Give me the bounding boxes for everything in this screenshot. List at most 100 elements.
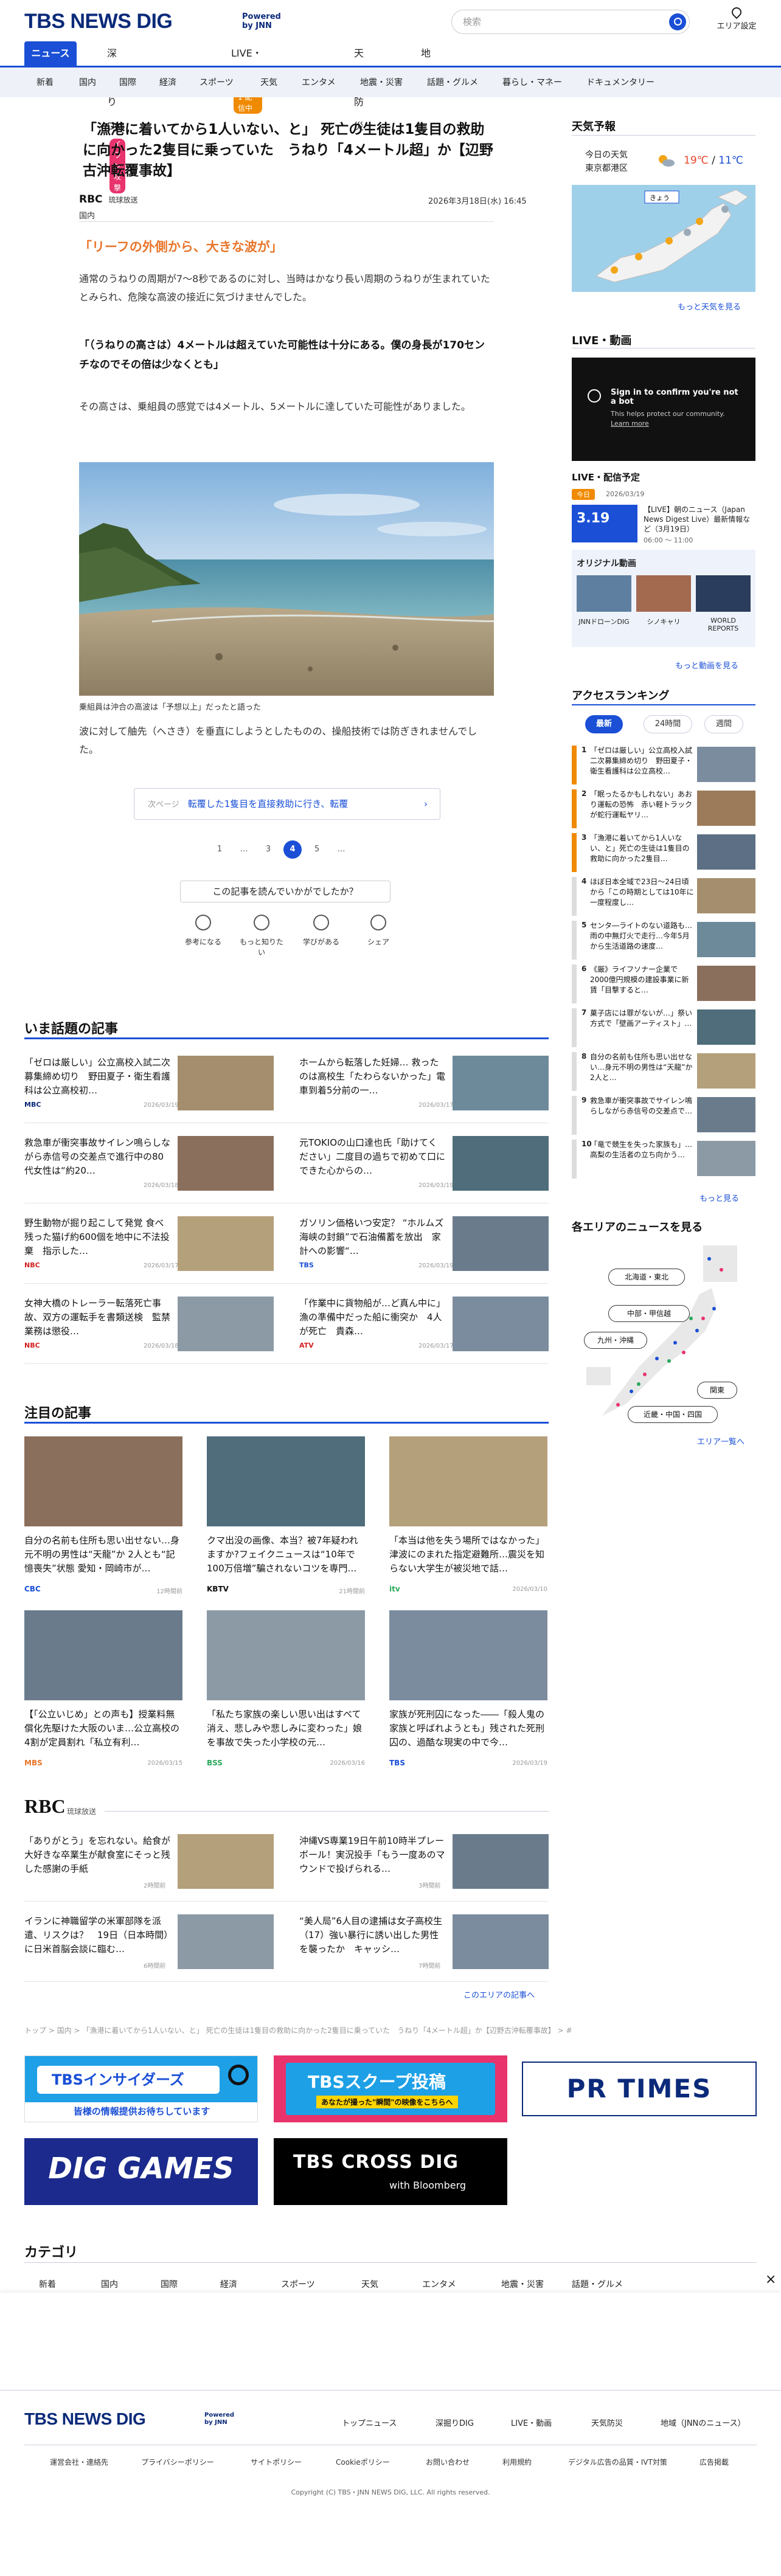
live-video-player[interactable]: Sign in to confirm you're not a bot This… — [572, 358, 755, 461]
weather-area[interactable]: 東京都港区 — [585, 162, 628, 174]
area-setting-button[interactable]: エリア設定 — [715, 5, 758, 31]
featured-card[interactable]: クマ出没の画像、本当？被7年疑われますか?フェイクニュースは“10年で100万倍… — [207, 1436, 365, 1601]
schedule-thumbnail[interactable]: 3.19 — [572, 505, 637, 542]
banner-prtimes[interactable]: PR TIMES — [522, 2062, 757, 2116]
category-disaster[interactable]: 地震・災害 — [501, 2278, 544, 2290]
nav2-documentary[interactable]: ドキュメンタリー — [586, 76, 654, 88]
nav-region[interactable]: 地域 — [421, 41, 431, 83]
reaction-share[interactable]: シェア — [354, 915, 403, 947]
topic-item[interactable]: 元TOKIOの山口達也氏「助けてください」二度目の過ちで初めて口にできた心からの… — [299, 1136, 549, 1193]
search-icon[interactable] — [669, 13, 686, 30]
nav2-weather[interactable]: 天気 — [260, 76, 277, 88]
area-chubu[interactable]: 中部・甲信越 — [608, 1305, 690, 1322]
page-1[interactable]: 1 — [210, 840, 229, 859]
footer-ad-quality[interactable]: デジタル広告の品質・IVT対策 — [568, 2457, 667, 2467]
ranking-more-link[interactable]: もっと見る — [699, 1192, 739, 1203]
breadcrumb[interactable]: トップ > 国内 > 「漁港に着いてから1人いない、と」 死亡の生徒は1隻目の救… — [24, 2025, 572, 2035]
schedule-item-title[interactable]: 【LIVE】朝のニュース（Japan News Digest Live）最新情報… — [644, 505, 755, 534]
rank-item[interactable]: 8 自分の名前も住所も思い出せない…身元不明の男性は“天龍”か2人と… — [572, 1052, 755, 1096]
ranking-tab-latest[interactable]: 最新 — [585, 715, 623, 733]
rbc-item[interactable]: “美人局”6人目の逮捕は女子高校生（17）強い暴行に誘い出した男性を襲ったか キ… — [299, 1914, 549, 1972]
original-thumb-2[interactable] — [636, 575, 691, 612]
category-new[interactable]: 新着 — [39, 2278, 56, 2290]
rbc-logo[interactable]: RBC — [24, 1795, 66, 1818]
ranking-tab-24h[interactable]: 24時間 — [644, 715, 692, 733]
category-weather[interactable]: 天気 — [361, 2278, 378, 2290]
category-domestic[interactable]: 国内 — [101, 2278, 118, 2290]
nav2-disaster[interactable]: 地震・災害 — [360, 76, 403, 88]
topic-item[interactable]: 野生動物が掘り起こして発覚 食べ残った猫げ約600個を地中に不法投棄 指示した…… — [24, 1216, 274, 1273]
footer-logo[interactable]: TBS NEWS DIG — [24, 2409, 146, 2429]
category-entertainment[interactable]: エンタメ — [422, 2278, 456, 2290]
weather-more-link[interactable]: もっと天気を見る — [678, 300, 741, 312]
banner-tbs-cross-dig[interactable]: TBS CROSS DIG with Bloomberg — [274, 2138, 507, 2205]
topic-item[interactable]: ホームから転落した妊婦… 救ったのは高校生「たわらないかった」電車到着5分前の一… — [299, 1056, 549, 1113]
weather-map[interactable]: きょう — [572, 185, 755, 292]
rank-item[interactable]: 3 「漁港に着いてから1人いない、と」死亡の生徒は1隻目の救助に向かった2隻目… — [572, 833, 755, 877]
rank-item[interactable]: 1 「ゼロは厳しい」公立高校入試二次募集締め切り 野田夏子・衛生看護科は公立高校… — [572, 746, 755, 789]
nav-weather[interactable]: 天気防災 — [354, 41, 364, 132]
page-3[interactable]: 3 — [259, 840, 277, 859]
area-kanto[interactable]: 関東 — [697, 1382, 737, 1399]
reaction-helpful[interactable]: 参考になる — [179, 915, 227, 947]
footer-link-deep-dig[interactable]: 深掘りDIG — [436, 2417, 474, 2428]
rbc-item[interactable]: 沖縄VS専業19日午前10時半プレーボール！実況投手「もう一度あのマウンドで投げ… — [299, 1834, 549, 1891]
original-thumb-1[interactable] — [577, 575, 631, 612]
close-icon[interactable]: × — [765, 2272, 776, 2287]
article-source[interactable]: RBC 琉球放送 — [79, 193, 138, 206]
footer-ad-placement[interactable]: 広告掲載 — [699, 2457, 729, 2467]
nav2-entertainment[interactable]: エンタメ — [302, 76, 336, 88]
footer-link-top-news[interactable]: トップニュース — [342, 2417, 397, 2428]
area-hokkaido-tohoku[interactable]: 北海道・東北 — [608, 1269, 685, 1286]
nav2-sports[interactable]: スポーツ — [200, 76, 234, 88]
footer-link-region[interactable]: 地域（JNNのニュース） — [661, 2417, 746, 2428]
footer-contact[interactable]: お問い合わせ — [426, 2457, 470, 2467]
rbc-item[interactable]: イランに神職留学の米軍部隊を派遣、リスクは？ 19日（日本時間）に日米首脳会談に… — [24, 1914, 274, 1972]
topic-item[interactable]: 女神大橋のトレーラー転落死亡事故、双方の運転手を書類送検 監禁業務は懲役… NBC… — [24, 1297, 274, 1354]
rank-item[interactable]: 5 センタ―ライトのない道路も…雨の中無灯火で走行…今年5月から生活道路の速度… — [572, 921, 755, 964]
category-topics-gourmet[interactable]: 話題・グルメ — [572, 2278, 623, 2290]
footer-link-weather[interactable]: 天気防災 — [591, 2417, 623, 2428]
ranking-tab-weekly[interactable]: 週間 — [704, 715, 743, 733]
rank-item[interactable]: 2 「眠ったるかもしれない」あおり運転の恐怖 赤い軽トラックが蛇行運転ヤリ… — [572, 789, 755, 833]
nav2-topics-gourmet[interactable]: 話題・グルメ — [427, 76, 478, 88]
footer-privacy[interactable]: プライバシーポリシー — [141, 2457, 214, 2467]
featured-card[interactable]: 自分の名前も住所も思い出せない…身元不明の男性は“天龍”か 2人とも“記憶喪失”… — [24, 1436, 182, 1601]
rank-item[interactable]: 10 「竜で競生を失った家族も」…高梨の生活者の立ち向かう… — [572, 1140, 755, 1183]
original-more-link[interactable]: もっと動画を見る — [675, 659, 738, 671]
footer-site-policy[interactable]: サイトポリシー — [251, 2457, 302, 2467]
nav2-new[interactable]: 新着 — [36, 76, 54, 88]
banner-dig-games[interactable]: DIG GAMES — [24, 2138, 258, 2205]
page-4-current[interactable]: 4 — [283, 840, 302, 859]
topic-item[interactable]: 救急車が衝突事故サイレン鳴らしながら赤信号の交差点で進行中の80代女性は“約20… — [24, 1136, 274, 1193]
featured-card[interactable]: 「私たち家族の楽しい思い出はすべて消え、悲しみや悲しみに変わった」娘を事故で失っ… — [207, 1610, 365, 1774]
article-category[interactable]: 国内 — [79, 209, 95, 221]
area-kyushu-okinawa[interactable]: 九州・沖縄 — [584, 1332, 647, 1349]
site-logo[interactable]: TBS NEWS DIG — [24, 10, 173, 33]
nav2-international[interactable]: 国際 — [119, 76, 136, 88]
live-learn-more[interactable]: Learn more — [611, 420, 649, 428]
banner-tbs-insiders[interactable]: TBSインサイダーズ 皆様の情報提供お待ちしています — [24, 2055, 258, 2122]
banner-tbs-scoop[interactable]: TBSスクープ投稿 あなたが撮った"瞬間"の映像をこちらへ — [274, 2055, 507, 2122]
footer-link-live[interactable]: LIVE・動画 — [511, 2417, 552, 2428]
reaction-want-more[interactable]: もっと知りたい — [237, 915, 286, 957]
rank-item[interactable]: 7 菓子店には罪がないが…」祭い方式で「壁画アーティスト」… — [572, 1008, 755, 1052]
rank-item[interactable]: 4 ほぼ日本全域で23日～24日頃から「この時期としては10年に一度程度し… — [572, 877, 755, 921]
area-more-link[interactable]: エリア一覧へ — [697, 1435, 745, 1447]
featured-card[interactable]: 家族が死刑囚になった――「殺人鬼の家族と呼ばれようとも」残された死刑囚の、過酷な… — [389, 1610, 547, 1774]
nav2-living-money[interactable]: 暮らし・マネー — [502, 76, 562, 88]
topic-item[interactable]: ガソリン価格いつ安定？ “ホルムズ海峡の封鎖”で石油備蓄を放出 家計への影響“…… — [299, 1216, 549, 1273]
area-kinki-chugoku-shikoku[interactable]: 近畿・中国・四国 — [628, 1406, 718, 1423]
rbc-item[interactable]: 「ありがとう」を忘れない。給食が大好きな卒業生が献食室にそっと残した感謝の手紙 2… — [24, 1834, 274, 1891]
reaction-learned[interactable]: 学びがある — [297, 915, 345, 947]
featured-card[interactable]: 【「公立いじめ」との声も】授業料無償化先駆けた大阪のいま…公立高校の4割が定員割… — [24, 1610, 182, 1774]
topic-item[interactable]: 「ゼロは厳しい」公立高校入試二次募集締め切り 野田夏子・衛生看護科は公立高校初…… — [24, 1056, 274, 1113]
rbc-more-link[interactable]: このエリアの記事へ — [463, 1989, 535, 2000]
footer-company[interactable]: 運営会社・連絡先 — [50, 2457, 108, 2467]
search-input[interactable]: 検索 — [451, 10, 690, 34]
next-page-link[interactable]: 次ページ 転覆した1隻目を直接救助に行き、転覆 › — [134, 788, 440, 820]
featured-card[interactable]: 「本当は他を失う場所ではなかった」津波にのまれた指定避難所…震災を知らない大学生… — [389, 1436, 547, 1601]
nav2-domestic[interactable]: 国内 — [79, 76, 96, 88]
rank-item[interactable]: 6 《厳》ライフソナー企業で2000億円規模の建設事業に新賃「目撃すると… — [572, 964, 755, 1008]
nav-news[interactable]: ニュース — [24, 41, 77, 66]
